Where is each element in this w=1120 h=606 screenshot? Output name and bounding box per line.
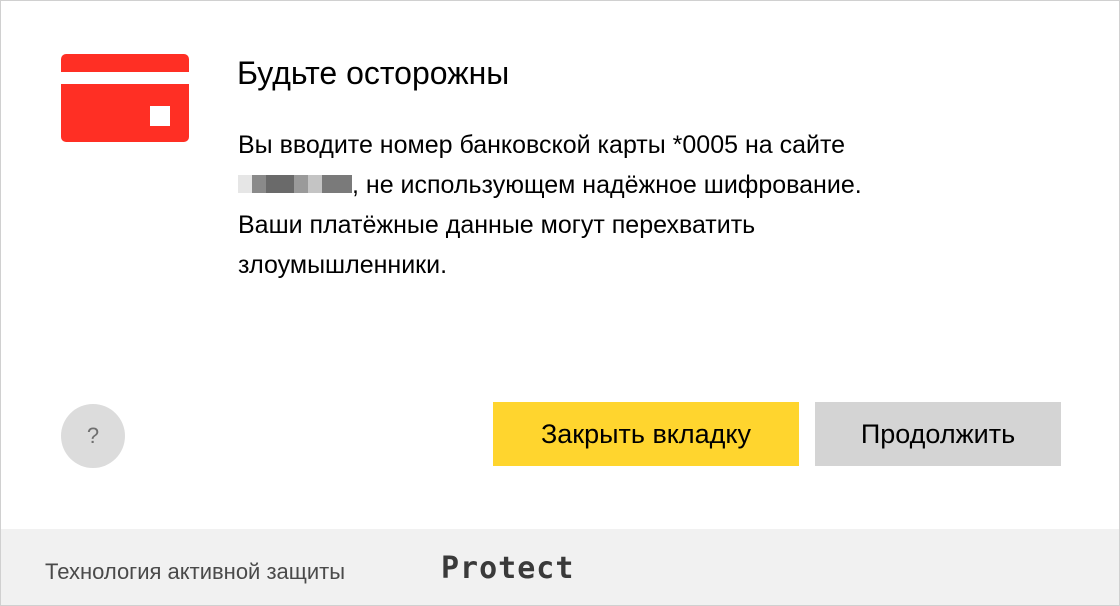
message-line-2: , не использующем надёжное шифрование. xyxy=(238,165,1038,205)
continue-button[interactable]: Продолжить xyxy=(815,402,1061,466)
message-line-4: злоумышленники. xyxy=(238,251,448,279)
footer-technology-label: Технология активной защиты xyxy=(45,559,346,584)
card-stripe xyxy=(61,72,189,84)
close-tab-button[interactable]: Закрыть вкладку xyxy=(493,402,799,466)
warning-message: Вы вводите номер банковской карты *0005 … xyxy=(238,125,1038,285)
protect-logo: Protect xyxy=(441,551,575,586)
blurred-site-name xyxy=(238,175,352,194)
security-warning-dialog: Будьте осторожны Вы вводите номер банков… xyxy=(0,0,1120,606)
message-line-2-text: , не использующем надёжное шифрование. xyxy=(352,171,862,199)
message-line-3: Ваши платёжные данные могут перехватить xyxy=(238,211,756,239)
card-chip xyxy=(150,106,170,126)
footer: Технология активной защиты Protect xyxy=(1,529,1119,605)
message-line-1: Вы вводите номер банковской карты *0005 … xyxy=(238,131,846,159)
credit-card-icon xyxy=(61,54,189,142)
help-button[interactable]: ? xyxy=(61,404,125,468)
dialog-title: Будьте осторожны xyxy=(237,55,510,91)
